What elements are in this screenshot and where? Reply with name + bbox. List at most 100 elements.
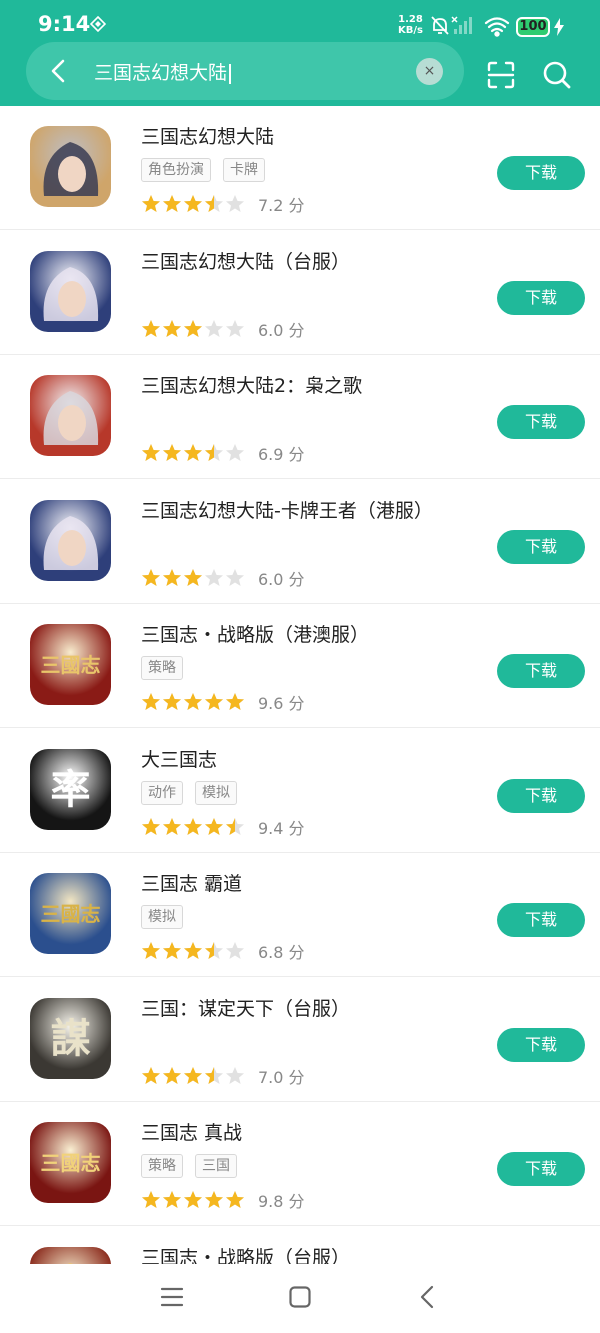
category-tag: 动作 bbox=[141, 780, 183, 805]
download-button[interactable]: 下载 bbox=[497, 405, 585, 439]
status-time: 9:14 bbox=[38, 12, 91, 36]
star-icon bbox=[142, 817, 160, 835]
download-button[interactable]: 下载 bbox=[497, 280, 585, 315]
category-tag: 模拟 bbox=[141, 905, 183, 929]
app-list-item[interactable]: 三国志・战略版（台服） bbox=[0, 1227, 600, 1265]
app-icon-art: 率 bbox=[51, 766, 91, 813]
app-icon[interactable]: 率 bbox=[30, 748, 111, 830]
status-bar: 9:14 1.28 KB/s 100 bbox=[0, 0, 600, 40]
search-icon[interactable] bbox=[542, 60, 572, 90]
category-tag: 策略 bbox=[141, 656, 183, 680]
status-icons bbox=[431, 16, 510, 37]
category-tag: 三国 bbox=[195, 1154, 237, 1178]
app-icon-art bbox=[43, 515, 99, 570]
category-tag: 角色扮演 bbox=[141, 158, 211, 182]
app-icon[interactable] bbox=[30, 375, 111, 456]
app-list-item[interactable]: 謀 三国：谋定天下（台服） 7.0 分 下载 bbox=[0, 978, 600, 1102]
app-list-item[interactable]: 三國志 三国志 霸道 模拟 6.8 分 下载 bbox=[0, 853, 600, 977]
app-name[interactable]: 三国：谋定天下（台服） bbox=[141, 994, 350, 1021]
app-icon-art: 三國志 bbox=[41, 653, 101, 677]
app-icon[interactable] bbox=[30, 250, 111, 332]
app-icon[interactable]: 三國志 bbox=[30, 624, 111, 705]
menu-icon[interactable] bbox=[160, 1285, 184, 1309]
download-button[interactable]: 下载 bbox=[497, 1152, 585, 1186]
download-button[interactable]: 下载 bbox=[497, 1027, 585, 1062]
star-icon bbox=[226, 195, 244, 212]
star-icon bbox=[163, 817, 181, 835]
notifications-muted-icon bbox=[431, 16, 449, 35]
app-icon-art: 三國志 bbox=[41, 902, 101, 926]
wifi-icon bbox=[484, 17, 510, 37]
app-icon-art bbox=[43, 391, 99, 445]
app-icon[interactable]: 三國志 bbox=[30, 873, 111, 954]
app-name[interactable]: 三国志 霸道 bbox=[141, 869, 242, 896]
app-icon-art bbox=[67, 1262, 75, 1264]
app-name[interactable]: 三国志幻想大陆（台服） bbox=[141, 247, 350, 274]
app-icon[interactable]: 謀 bbox=[30, 997, 111, 1079]
app-name[interactable]: 三国志・战略版（港澳服） bbox=[141, 620, 369, 647]
app-name[interactable]: 大三国志 bbox=[141, 745, 217, 772]
star-icon bbox=[142, 1191, 160, 1208]
app-tags: 模拟 bbox=[141, 905, 183, 929]
search-input[interactable]: 三国志幻想大陆 bbox=[94, 58, 232, 85]
rating-score: 6.8 分 bbox=[258, 943, 305, 962]
download-button[interactable]: 下载 bbox=[497, 903, 585, 937]
app-name[interactable]: 三国志幻想大陆 bbox=[141, 122, 274, 149]
star-icon bbox=[205, 568, 223, 586]
star-icon bbox=[226, 1191, 244, 1208]
app-icon[interactable] bbox=[30, 126, 111, 207]
search-query: 三国志幻想大陆 bbox=[94, 62, 228, 84]
download-button[interactable]: 下载 bbox=[497, 778, 585, 813]
app-tags: 策略 bbox=[141, 656, 183, 680]
app-list-item[interactable]: 三國志 三国志 真战 策略 三国 9.8 分 下载 bbox=[0, 1102, 600, 1226]
app-name[interactable]: 三国志幻想大陆-卡牌王者（港服） bbox=[141, 496, 433, 523]
rating-score: 9.8 分 bbox=[258, 1192, 305, 1211]
rating-score: 9.6 分 bbox=[258, 694, 305, 713]
app-icon-art: 謀 bbox=[51, 1015, 91, 1062]
star-icon bbox=[184, 942, 202, 959]
download-button[interactable]: 下载 bbox=[497, 156, 585, 190]
rating-score: 6.0 分 bbox=[258, 320, 305, 340]
star-icon bbox=[184, 319, 202, 337]
clear-search-button[interactable]: × bbox=[416, 58, 443, 85]
svg-text:三國志: 三國志 bbox=[41, 1151, 101, 1175]
app-icon[interactable]: 三國志 bbox=[30, 1122, 111, 1203]
search-results-list: 三国志幻想大陆 角色扮演 卡牌 7.2 分下载 三国志幻想大陆（台服） 6.0 分下载 三国… bbox=[0, 106, 600, 1264]
star-icon bbox=[205, 319, 223, 337]
app-rating: 7.2 分 bbox=[141, 192, 305, 216]
app-icon[interactable] bbox=[30, 1246, 111, 1264]
app-list-item[interactable]: 率 大三国志 动作 模拟 9.4 分 下载 bbox=[0, 729, 600, 853]
rating-score: 7.2 分 bbox=[258, 196, 305, 215]
app-list-item[interactable]: 三國志 三国志・战略版（港澳服） 策略 9.6 分 下载 bbox=[0, 604, 600, 728]
star-icon bbox=[226, 942, 244, 959]
star-icon bbox=[142, 1066, 160, 1084]
app-name[interactable]: 三国志・战略版（台服） bbox=[141, 1243, 350, 1265]
search-bar[interactable]: 三国志幻想大陆 × bbox=[26, 42, 464, 100]
download-button[interactable]: 下载 bbox=[497, 529, 585, 564]
star-icon bbox=[226, 444, 244, 461]
app-name[interactable]: 三国志幻想大陆2：枭之歌 bbox=[141, 371, 362, 398]
star-icon bbox=[205, 817, 223, 835]
download-button[interactable]: 下载 bbox=[497, 654, 585, 688]
star-icon bbox=[184, 444, 202, 461]
app-rating: 6.0 分 bbox=[141, 566, 305, 590]
app-list-item[interactable]: 三国志幻想大陆2：枭之歌 6.9 分 下载 bbox=[0, 355, 600, 479]
app-name[interactable]: 三国志 真战 bbox=[141, 1118, 242, 1145]
text-caret bbox=[229, 63, 232, 84]
svg-text:三國志: 三國志 bbox=[41, 653, 101, 677]
star-icon bbox=[226, 319, 244, 337]
back-chevron-icon[interactable] bbox=[416, 1285, 440, 1309]
star-icon bbox=[226, 568, 244, 586]
network-speed-unit: KB/s bbox=[398, 25, 423, 36]
app-list-item[interactable]: 三国志幻想大陆-卡牌王者（港服） 6.0 分 下载 bbox=[0, 480, 600, 604]
star-icon bbox=[163, 444, 181, 461]
star-icon bbox=[205, 1066, 223, 1084]
app-list-item[interactable]: 三国志幻想大陆 角色扮演 卡牌 7.2 分 下载 bbox=[0, 106, 600, 230]
home-square-icon[interactable] bbox=[288, 1285, 312, 1309]
app-list-item[interactable]: 三国志幻想大陆（台服） 6.0 分 下载 bbox=[0, 231, 600, 355]
app-tags: 角色扮演 卡牌 bbox=[141, 158, 265, 182]
back-icon[interactable] bbox=[46, 58, 72, 84]
star-icon bbox=[226, 693, 244, 710]
app-icon[interactable] bbox=[30, 499, 111, 581]
scan-icon[interactable] bbox=[486, 60, 516, 90]
